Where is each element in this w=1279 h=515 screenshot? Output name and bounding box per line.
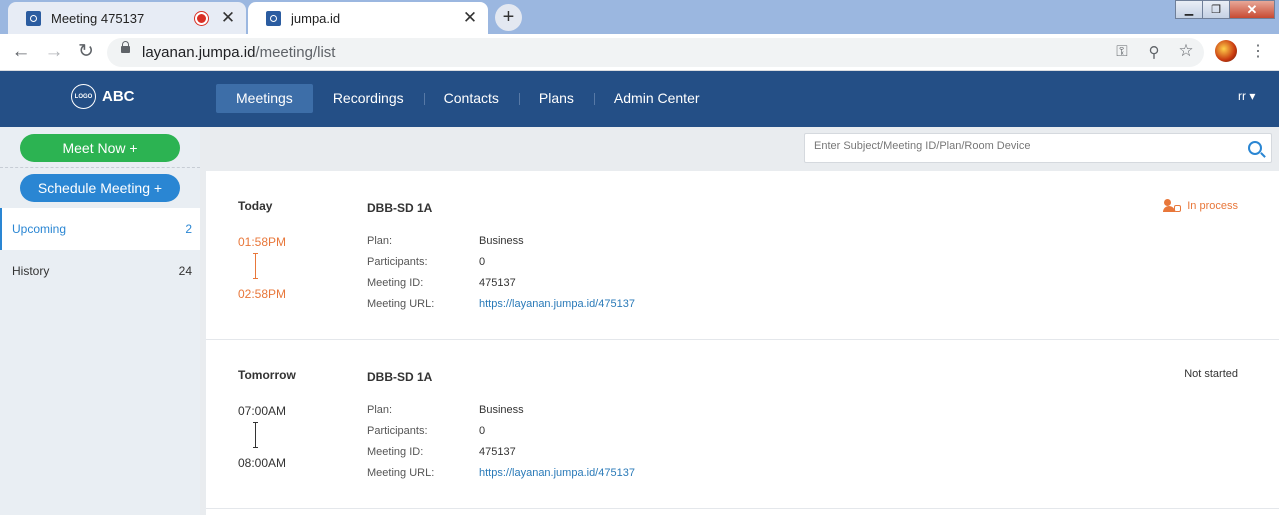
profile-avatar[interactable] xyxy=(1215,40,1237,62)
browser-menu-icon[interactable]: ⋮ xyxy=(1250,40,1266,64)
tab-title: jumpa.id xyxy=(291,10,341,26)
minimize-button[interactable]: ▁ xyxy=(1175,0,1203,19)
tab-close-icon[interactable]: ✕ xyxy=(462,9,478,26)
meeting-list: Today 01:58PM 02:58PM DBB-SD 1A Plan: Bu… xyxy=(206,171,1279,515)
sidebar-item-count: 24 xyxy=(178,264,192,278)
participants-status-icon xyxy=(1163,199,1182,213)
meeting-card[interactable]: Tomorrow 07:00AM 08:00AM DBB-SD 1A Plan:… xyxy=(206,340,1279,509)
recording-indicator-icon xyxy=(195,11,208,25)
nav-admin-center[interactable]: Admin Center xyxy=(593,84,720,113)
meeting-url-link[interactable]: https://layanan.jumpa.id/475137 xyxy=(479,467,635,479)
search-box xyxy=(804,133,1272,163)
schedule-meeting-button[interactable]: Schedule Meeting + xyxy=(20,174,180,202)
plan-label: Plan: xyxy=(367,235,393,247)
meeting-url-label: Meeting URL: xyxy=(367,298,435,310)
back-arrow-icon[interactable]: ← xyxy=(9,40,33,64)
meeting-id-label: Meeting ID: xyxy=(367,446,424,458)
main-content: Today 01:58PM 02:58PM DBB-SD 1A Plan: Bu… xyxy=(200,127,1279,515)
meeting-id-label: Meeting ID: xyxy=(367,277,424,289)
time-range-line xyxy=(253,422,258,448)
nav-contacts[interactable]: Contacts xyxy=(423,84,519,113)
key-icon[interactable]: ⚿ xyxy=(1112,43,1132,60)
zoom-icon[interactable]: ⚲ xyxy=(1144,43,1164,61)
user-menu[interactable]: rr ▾ xyxy=(1238,89,1255,103)
tab-close-icon[interactable]: ✕ xyxy=(220,9,236,26)
participants-value: 0 xyxy=(479,256,486,268)
meeting-url-label: Meeting URL: xyxy=(367,467,435,479)
participants-value: 0 xyxy=(479,425,486,437)
status-text: In process xyxy=(1187,200,1238,212)
bookmark-star-icon[interactable]: ☆ xyxy=(1176,41,1196,61)
app-header: LOGO ABC Meetings Recordings Contacts Pl… xyxy=(0,71,1279,127)
sidebar-item-count: 2 xyxy=(185,222,192,236)
url-text: layanan.jumpa.id/meeting/list xyxy=(142,44,336,61)
status-badge: Not started xyxy=(1184,368,1238,380)
main-nav: Meetings Recordings Contacts Plans Admin… xyxy=(216,84,720,113)
address-bar[interactable]: layanan.jumpa.id/meeting/list ⚿ ⚲ ☆ xyxy=(107,38,1204,67)
browser-tab-strip: Meeting 475137 ✕ jumpa.id ✕ + ▁ ❐ ✕ xyxy=(0,0,1279,34)
meeting-card[interactable]: Today 01:58PM 02:58PM DBB-SD 1A Plan: Bu… xyxy=(206,171,1279,340)
tab-title: Meeting 475137 xyxy=(51,10,145,26)
participants-label: Participants: xyxy=(367,256,428,268)
site-favicon-icon xyxy=(266,10,281,26)
meeting-end-time: 02:58PM xyxy=(238,287,287,301)
status-badge: In process xyxy=(1163,199,1238,213)
lock-icon xyxy=(121,41,130,53)
sidebar-item-upcoming[interactable]: Upcoming 2 xyxy=(0,208,200,250)
meeting-start-time: 07:00AM xyxy=(238,404,287,418)
new-tab-button[interactable]: + xyxy=(495,4,522,31)
search-input[interactable] xyxy=(814,140,1234,152)
meeting-id-value: 475137 xyxy=(479,277,516,289)
forward-arrow-icon[interactable]: → xyxy=(42,40,66,64)
meeting-start-time: 01:58PM xyxy=(238,235,287,249)
time-range-line xyxy=(253,253,258,279)
browser-tab-jumpa[interactable]: jumpa.id ✕ xyxy=(248,2,488,34)
sidebar: Meet Now + Schedule Meeting + Upcoming 2… xyxy=(0,127,200,515)
browser-tab-meeting[interactable]: Meeting 475137 ✕ xyxy=(8,2,246,34)
participants-label: Participants: xyxy=(367,425,428,437)
search-icon[interactable] xyxy=(1248,141,1262,155)
meeting-subject[interactable]: DBB-SD 1A xyxy=(367,370,432,384)
brand[interactable]: LOGO ABC xyxy=(71,84,135,109)
divider xyxy=(0,167,200,168)
meeting-subject[interactable]: DBB-SD 1A xyxy=(367,201,432,215)
maximize-button[interactable]: ❐ xyxy=(1202,0,1230,19)
browser-toolbar: ← → ↻ layanan.jumpa.id/meeting/list ⚿ ⚲ … xyxy=(0,34,1279,71)
plan-label: Plan: xyxy=(367,404,393,416)
reload-icon[interactable]: ↻ xyxy=(74,40,98,64)
sidebar-item-label: History xyxy=(12,264,50,278)
meeting-day: Tomorrow xyxy=(238,368,296,382)
logo-icon: LOGO xyxy=(71,84,96,109)
site-favicon-icon xyxy=(26,10,41,26)
window-controls: ▁ ❐ ✕ xyxy=(1175,0,1275,19)
nav-meetings[interactable]: Meetings xyxy=(216,84,313,113)
sidebar-item-label: Upcoming xyxy=(12,222,67,236)
status-text: Not started xyxy=(1184,368,1238,380)
meeting-id-value: 475137 xyxy=(479,446,516,458)
sidebar-item-history[interactable]: History 24 xyxy=(0,250,200,292)
brand-name: ABC xyxy=(102,88,135,105)
plan-value: Business xyxy=(479,235,524,247)
window-close-button[interactable]: ✕ xyxy=(1229,0,1275,19)
plan-value: Business xyxy=(479,404,524,416)
meeting-day: Today xyxy=(238,199,273,213)
nav-recordings[interactable]: Recordings xyxy=(313,84,424,113)
meeting-url-link[interactable]: https://layanan.jumpa.id/475137 xyxy=(479,298,635,310)
nav-plans[interactable]: Plans xyxy=(518,84,594,113)
meeting-end-time: 08:00AM xyxy=(238,456,287,470)
meet-now-button[interactable]: Meet Now + xyxy=(20,134,180,162)
